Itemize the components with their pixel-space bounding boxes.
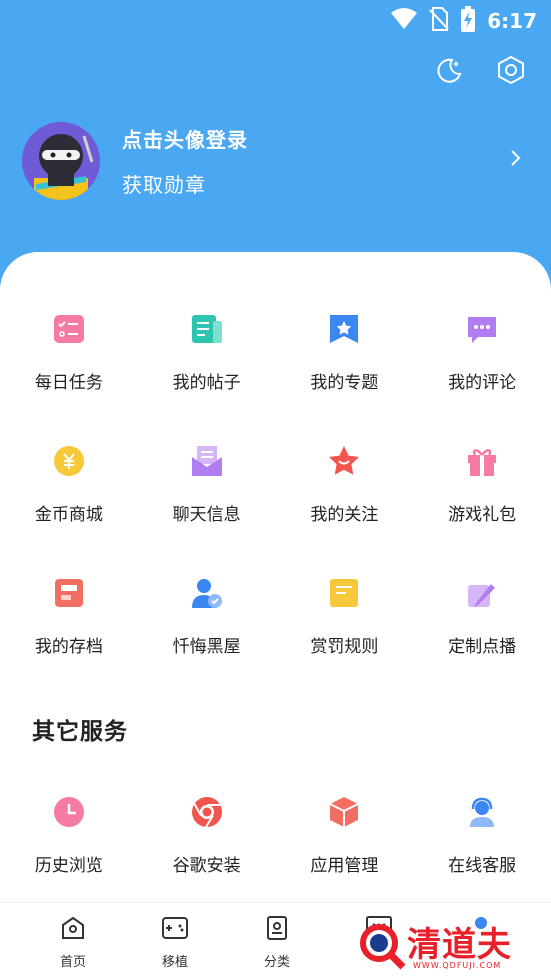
menu-row-3: 我的存档 忏悔黑屋 赏罚规则 定制点播 xyxy=(0,576,551,657)
my-saves-item[interactable]: 我的存档 xyxy=(0,576,138,657)
profile-login-row[interactable]: 点击头像登录 获取勋章 xyxy=(22,122,532,200)
clock-icon xyxy=(52,795,86,829)
settings-button[interactable] xyxy=(495,55,527,89)
wifi-icon xyxy=(391,8,418,34)
app-manager-label: 应用管理 xyxy=(310,856,379,876)
cube-icon xyxy=(327,795,361,829)
magnifier-logo-icon xyxy=(357,921,407,975)
notice-board-icon xyxy=(327,576,361,610)
watermark-text: 清道夫 xyxy=(407,925,512,965)
daily-tasks-item[interactable]: 每日任务 xyxy=(0,312,138,393)
save-archive-icon xyxy=(52,576,86,610)
nav-home[interactable]: 首页 xyxy=(22,903,124,979)
mail-icon xyxy=(190,444,224,478)
customer-service-label: 在线客服 xyxy=(448,856,517,876)
custom-request-label: 定制点播 xyxy=(448,637,517,657)
home-icon xyxy=(60,915,86,945)
my-follows-label: 我的关注 xyxy=(310,505,379,525)
game-gifts-label: 游戏礼包 xyxy=(448,505,517,525)
document-icon xyxy=(190,312,224,346)
gamepad-icon xyxy=(161,915,189,945)
rules-item[interactable]: 赏罚规则 xyxy=(276,576,414,657)
daily-tasks-label: 每日任务 xyxy=(34,373,103,393)
user-check-icon xyxy=(190,576,224,610)
nav-home-label: 首页 xyxy=(59,955,86,970)
chevron-right-icon xyxy=(510,148,522,172)
nav-port-label: 移植 xyxy=(161,955,188,970)
status-bar: 6:17 xyxy=(0,0,551,40)
history-label: 历史浏览 xyxy=(34,856,103,876)
star-icon xyxy=(327,444,361,478)
category-book-icon xyxy=(264,915,290,945)
gift-icon xyxy=(465,444,499,478)
clock: 6:17 xyxy=(487,9,537,33)
nav-category-label: 分类 xyxy=(263,955,290,970)
chat-messages-label: 聊天信息 xyxy=(172,505,241,525)
my-comments-item[interactable]: 我的评论 xyxy=(413,312,551,393)
no-sim-icon xyxy=(429,7,449,35)
pencil-icon xyxy=(465,576,499,610)
nav-port[interactable]: 移植 xyxy=(124,903,226,979)
coin-icon xyxy=(52,444,86,478)
watermark-url: WWW.QDFUJI.COM xyxy=(413,961,502,970)
my-topics-label: 我的专题 xyxy=(310,373,379,393)
login-prompt[interactable]: 点击头像登录 xyxy=(122,124,248,153)
watermark-logo: 清道夫 WWW.QDFUJI.COM xyxy=(355,915,545,977)
my-saves-label: 我的存档 xyxy=(34,637,103,657)
customer-service-item[interactable]: 在线客服 xyxy=(413,795,551,876)
menu-row-2: 金币商城 聊天信息 我的关注 游戏礼包 xyxy=(0,444,551,525)
chat-messages-item[interactable]: 聊天信息 xyxy=(138,444,276,525)
custom-request-item[interactable]: 定制点播 xyxy=(413,576,551,657)
history-item[interactable]: 历史浏览 xyxy=(0,795,138,876)
chat-bubble-icon xyxy=(465,312,499,346)
coin-shop-item[interactable]: 金币商城 xyxy=(0,444,138,525)
get-badge-link[interactable]: 获取勋章 xyxy=(122,169,248,198)
profile-text: 点击头像登录 获取勋章 xyxy=(122,124,248,198)
header-actions xyxy=(433,55,527,89)
coin-shop-label: 金币商城 xyxy=(34,505,103,525)
my-posts-item[interactable]: 我的帖子 xyxy=(138,312,276,393)
task-list-icon xyxy=(52,312,86,346)
moon-icon xyxy=(435,56,463,88)
game-gifts-item[interactable]: 游戏礼包 xyxy=(413,444,551,525)
rules-label: 赏罚规则 xyxy=(310,637,379,657)
headset-agent-icon xyxy=(465,795,499,829)
menu-row-1: 每日任务 我的帖子 我的专题 我的评论 xyxy=(0,312,551,393)
google-install-item[interactable]: 谷歌安装 xyxy=(138,795,276,876)
my-comments-label: 我的评论 xyxy=(448,373,517,393)
blackroom-label: 忏悔黑屋 xyxy=(172,637,241,657)
battery-charging-icon xyxy=(461,6,476,36)
my-topics-item[interactable]: 我的专题 xyxy=(276,312,414,393)
other-services-row: 历史浏览 谷歌安装 应用管理 在线客服 xyxy=(0,795,551,876)
avatar[interactable] xyxy=(22,122,100,200)
nav-category[interactable]: 分类 xyxy=(226,903,328,979)
my-follows-item[interactable]: 我的关注 xyxy=(276,444,414,525)
night-mode-button[interactable] xyxy=(433,56,465,88)
blackroom-item[interactable]: 忏悔黑屋 xyxy=(138,576,276,657)
app-manager-item[interactable]: 应用管理 xyxy=(276,795,414,876)
google-install-label: 谷歌安装 xyxy=(172,856,241,876)
settings-hexagon-icon xyxy=(496,55,526,89)
star-bookmark-icon xyxy=(327,312,361,346)
my-posts-label: 我的帖子 xyxy=(172,373,241,393)
other-services-title: 其它服务 xyxy=(32,719,128,745)
chrome-icon xyxy=(190,795,224,829)
